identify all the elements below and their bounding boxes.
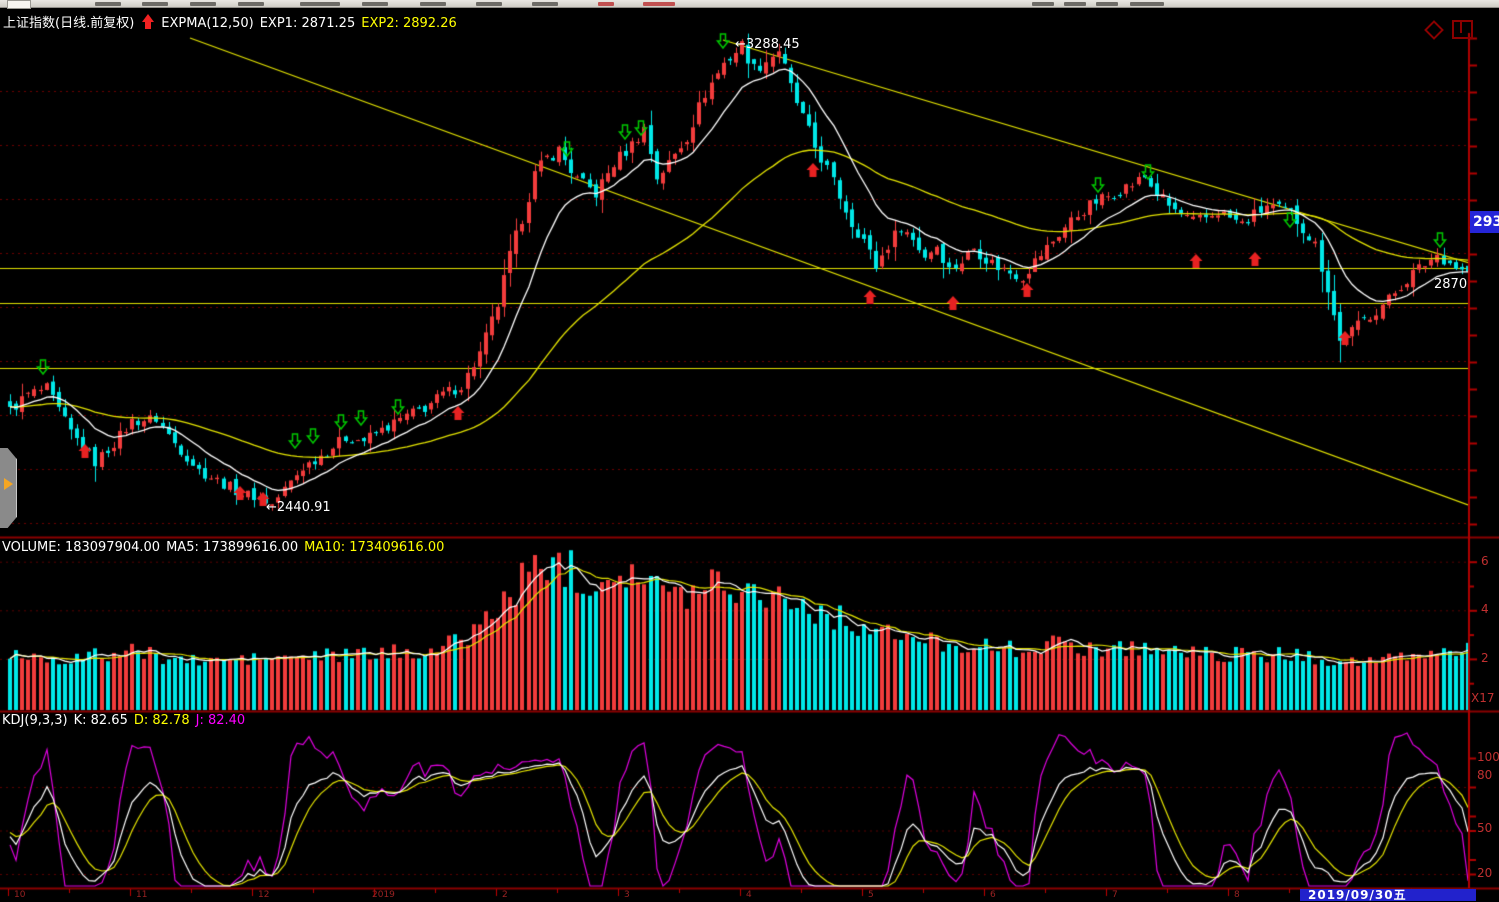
exp1-value: EXP1: 2871.25 [260,16,356,31]
volume-value: VOLUME: 183097904.00 [2,540,160,555]
symbol-title: 上证指数(日线.前复权) [3,16,134,31]
kdj-header: KDJ(9,3,3) K: 82.65 D: 82.78 J: 82.40 [2,713,251,729]
kdj-axis-label: 100 [1477,750,1499,764]
kdj-title: KDJ(9,3,3) [2,713,68,728]
month-label: 2 [502,890,508,897]
exp2-value: EXP2: 2892.26 [361,16,457,31]
volume-ma5: MA5: 173899616.00 [166,540,298,555]
kdj-d: D: 82.78 [134,713,190,728]
vol-scale-label: X17 [1471,691,1495,705]
vol-axis-label: 6 [1481,554,1489,568]
expand-triangle-icon[interactable] [4,478,13,490]
split-window-icon[interactable] [1452,20,1473,39]
volume-ma10: MA10: 173409616.00 [304,540,444,555]
trough-annotation: ←2440.91 [266,500,331,516]
kdj-axis-label: 80 [1477,768,1492,782]
kdj-axis-label: 20 [1477,866,1492,880]
time-axis[interactable]: 101112201923456789 [0,889,1499,897]
up-arrow-icon [142,14,155,29]
kdj-axis-label: 50 [1477,821,1492,835]
month-label: 12 [258,890,269,897]
main-chart-header: 上证指数(日线.前复权) EXPMA(12,50) EXP1: 2871.25 EXP… [3,14,463,32]
month-label: 3 [624,890,630,897]
month-label: 4 [746,890,752,897]
peak-annotation: ←3288.45 [735,37,800,53]
month-label: 2019 [372,890,395,897]
volume-header: VOLUME: 183097904.00 MA5: 173899616.00 MA1… [2,540,450,556]
month-label: 8 [1234,890,1240,897]
date-box: 2019/09/30五 [1300,889,1476,901]
marked-price-tag: 293 [1470,211,1499,233]
expma-label: EXPMA(12,50) [161,16,253,31]
vol-axis-label: 2 [1481,651,1489,665]
vol-axis-label: 4 [1481,602,1489,616]
month-label: 10 [14,890,25,897]
kdj-k: K: 82.65 [74,713,128,728]
month-label: 6 [990,890,996,897]
current-price-tag: 2870 [1434,277,1467,293]
month-label: 11 [136,890,147,897]
chart-canvas[interactable] [0,0,1499,897]
month-label: 7 [1112,890,1118,897]
month-label: 5 [868,890,874,897]
kdj-j: J: 82.40 [196,713,246,728]
